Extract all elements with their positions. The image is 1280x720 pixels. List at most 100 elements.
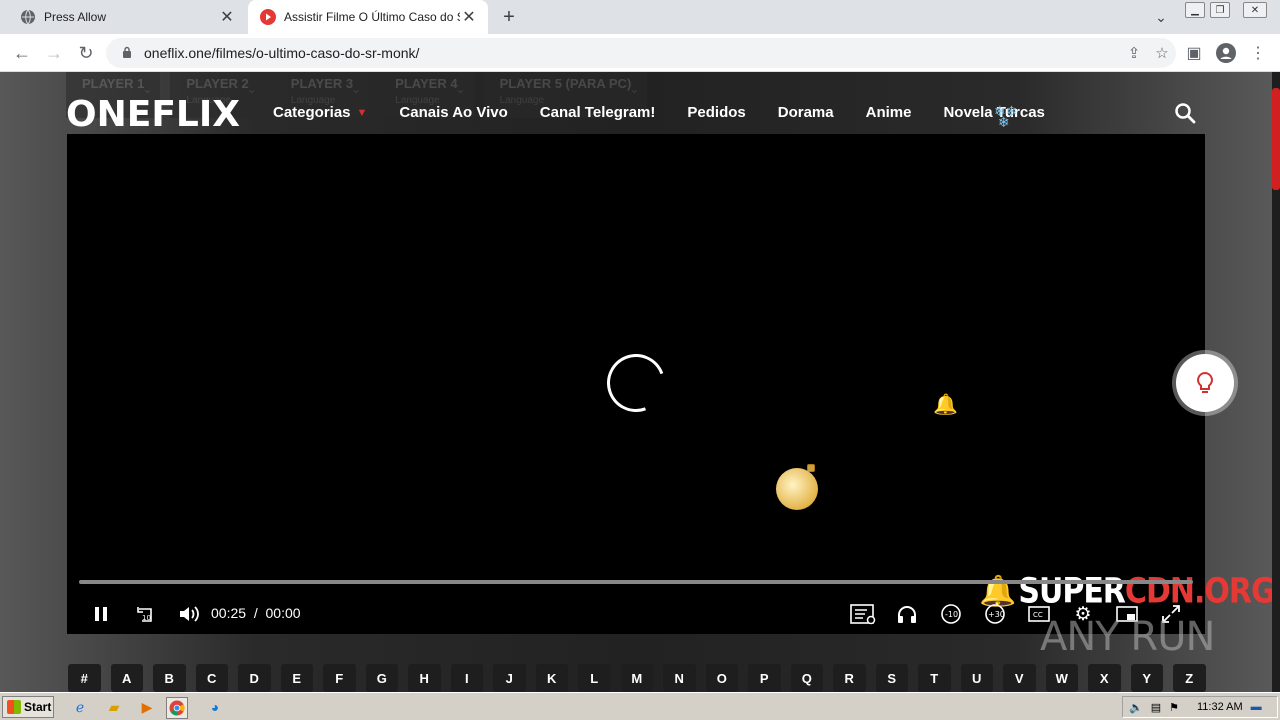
page: PLAYER 1 ⌄ PLAYER 2 Language ⌄ PLAYER 3 Lang… (0, 72, 1272, 692)
reload-icon[interactable]: ↻ (74, 41, 98, 65)
volume-tray-icon[interactable]: 🔈 (1129, 701, 1143, 714)
edge-icon[interactable]: ◕ (205, 697, 225, 717)
menu-kebab-icon[interactable]: ⋮ (1246, 41, 1270, 65)
chrome-icon[interactable] (166, 697, 188, 719)
letter-filter-button[interactable]: T (918, 664, 951, 692)
show-desktop-icon[interactable]: ▬ (1251, 701, 1262, 713)
nav-canal-telegram[interactable]: Canal Telegram! (540, 104, 656, 121)
clock: 11:32 AM (1196, 701, 1243, 713)
windows-taskbar: Start ℯ ▰ ▶ ◕ 🔈 ▤ ⚑ 11:32 AM ▬ (0, 692, 1280, 720)
playlist-settings-icon[interactable] (849, 602, 877, 626)
volume-icon[interactable] (177, 602, 201, 626)
nav-categorias[interactable]: Categorias ▼ (273, 104, 367, 121)
system-tray: 🔈 ▤ ⚑ 11:32 AM ▬ (1122, 696, 1278, 718)
letter-filter-button[interactable]: L (578, 664, 611, 692)
address-bar[interactable]: oneflix.one/filmes/o-ultimo-caso-do-sr-m… (106, 38, 1176, 68)
time-display: 00:25 / 00:00 (211, 605, 301, 621)
letter-filter-button[interactable]: G (365, 664, 398, 692)
scrollbar-thumb[interactable] (1272, 88, 1280, 190)
letter-filter-button[interactable]: N (663, 664, 696, 692)
alphabet-filter: # A B C D E F G H I J K L M N O P Q R S T U V W X Y Z (68, 664, 1206, 692)
svg-text:10: 10 (142, 614, 151, 622)
letter-filter-button[interactable]: Q (790, 664, 823, 692)
letter-filter-button[interactable]: V (1003, 664, 1036, 692)
media-player-icon[interactable]: ▶ (137, 697, 157, 717)
pause-icon[interactable] (89, 602, 113, 626)
side-panel-icon[interactable]: ▣ (1182, 41, 1206, 65)
letter-filter-button[interactable]: S (875, 664, 908, 692)
play-favicon-icon (260, 9, 276, 25)
tab-oneflix[interactable]: Assistir Filme O Último Caso do Sr. M ✕ (248, 0, 488, 34)
letter-filter-button[interactable]: R (833, 664, 866, 692)
nav-anime[interactable]: Anime (866, 104, 912, 121)
ie-icon[interactable]: ℯ (70, 697, 90, 717)
tab-title: Assistir Filme O Último Caso do Sr. M (284, 10, 460, 24)
back-arrow-icon[interactable]: ← (10, 41, 34, 65)
tab-press-allow[interactable]: Press Allow ✕ (8, 0, 246, 34)
folder-icon[interactable]: ▰ (104, 697, 124, 717)
letter-filter-button[interactable]: J (493, 664, 526, 692)
new-tab-icon[interactable]: + (498, 6, 520, 28)
forward-30-icon[interactable]: +30 (983, 602, 1007, 626)
tab-strip: Press Allow ✕ Assistir Filme O Último Ca… (0, 0, 1280, 34)
letter-filter-button[interactable]: P (748, 664, 781, 692)
close-window-icon[interactable]: ✕ (1243, 2, 1267, 18)
christmas-ornament-icon (776, 468, 818, 510)
letter-filter-button[interactable]: I (450, 664, 483, 692)
seek-bar[interactable] (79, 580, 1193, 584)
forward-arrow-icon[interactable]: → (42, 41, 66, 65)
replay-10-icon[interactable]: 10 (133, 602, 157, 626)
browser-toolbar: ← → ↻ oneflix.one/filmes/o-ultimo-caso-d… (0, 34, 1280, 72)
letter-filter-button[interactable]: Y (1130, 664, 1163, 692)
nav-dorama[interactable]: Dorama (778, 104, 834, 121)
letter-filter-button[interactable]: X (1088, 664, 1121, 692)
letter-filter-button[interactable]: H (408, 664, 441, 692)
snowflake-icon: ❄❄ ❄ (994, 103, 1018, 130)
globe-icon (20, 9, 36, 25)
letter-filter-button[interactable]: M (620, 664, 653, 692)
share-icon[interactable]: ⇪ (1120, 44, 1148, 62)
letter-filter-button[interactable]: Z (1173, 664, 1206, 692)
rewind-10-icon[interactable]: -10 (939, 602, 963, 626)
main-nav: Categorias ▼ Canais Ao Vivo Canal Telegra… (273, 104, 1077, 121)
lightbulb-icon (1197, 371, 1213, 393)
chevron-down-icon[interactable]: ⌄ (1150, 6, 1172, 28)
letter-filter-button[interactable]: U (960, 664, 993, 692)
star-icon[interactable]: ☆ (1148, 44, 1176, 62)
caret-down-icon: ▼ (356, 106, 368, 119)
letter-filter-button[interactable]: O (705, 664, 738, 692)
letter-filter-button[interactable]: B (153, 664, 186, 692)
start-button[interactable]: Start (2, 696, 54, 718)
close-tab-icon[interactable]: ✕ (460, 8, 478, 26)
close-tab-icon[interactable]: ✕ (218, 8, 236, 26)
anyrun-text: ANY RUN (1040, 614, 1215, 660)
minimize-icon[interactable]: ▁ (1185, 2, 1205, 18)
flag-tray-icon[interactable]: ⚑ (1169, 701, 1179, 714)
letter-filter-button[interactable]: A (110, 664, 143, 692)
headphones-icon[interactable] (895, 602, 919, 626)
video-player[interactable]: 🔔 🔔 SUPERCDN.ORG 10 00:25 / 00:00 -10 +3… (67, 134, 1272, 634)
anyrun-watermark: ANY RUN (1040, 614, 1215, 660)
nav-pedidos[interactable]: Pedidos (687, 104, 745, 121)
network-tray-icon[interactable]: ▤ (1151, 701, 1161, 714)
url-text: oneflix.one/filmes/o-ultimo-caso-do-sr-m… (144, 45, 420, 61)
letter-filter-button[interactable]: E (280, 664, 313, 692)
letter-filter-button[interactable]: D (238, 664, 271, 692)
loading-spinner-icon (597, 344, 675, 422)
search-icon[interactable] (1174, 102, 1196, 124)
lock-icon (122, 46, 134, 61)
svg-text:+30: +30 (988, 610, 1005, 619)
letter-filter-button[interactable]: C (195, 664, 228, 692)
tab-title: Press Allow (44, 10, 107, 24)
letter-filter-button[interactable]: # (68, 664, 101, 692)
profile-icon[interactable] (1214, 41, 1238, 65)
lightbulb-button[interactable] (1176, 354, 1234, 412)
player-controls: 10 00:25 / 00:00 -10 +30 CC ⚙ (67, 602, 1205, 626)
letter-filter-button[interactable]: K (535, 664, 568, 692)
christmas-bell-icon: 🔔 (933, 394, 958, 416)
restore-icon[interactable]: ❐ (1210, 2, 1230, 18)
nav-canais-ao-vivo[interactable]: Canais Ao Vivo (399, 104, 507, 121)
letter-filter-button[interactable]: F (323, 664, 356, 692)
letter-filter-button[interactable]: W (1045, 664, 1078, 692)
site-logo[interactable]: ONEFLIX (66, 94, 240, 135)
